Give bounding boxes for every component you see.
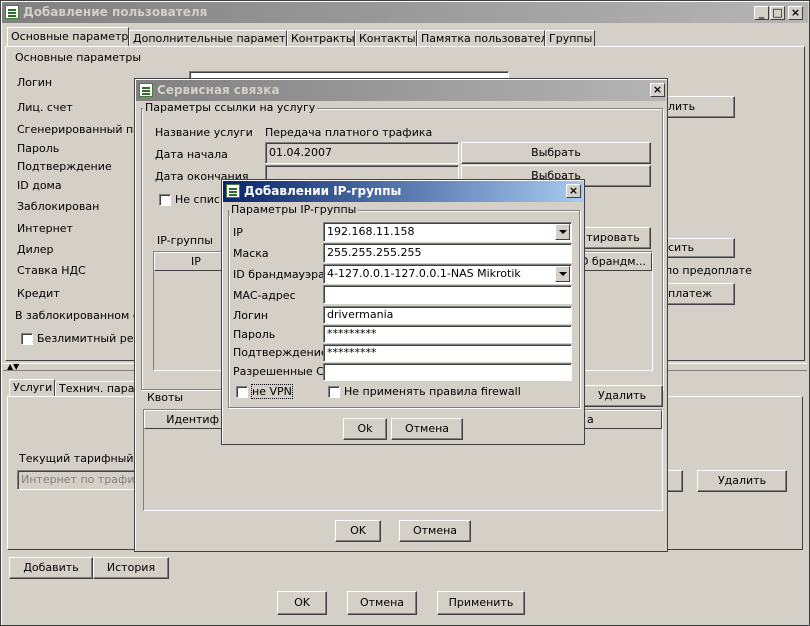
minimize-icon[interactable]: _ — [754, 6, 769, 20]
label-blocked-state: В заблокированном сос — [15, 309, 152, 322]
firewall-id-combo[interactable]: 4-127.0.0.1-127.0.0.1-NAS Mikrotik — [323, 264, 572, 284]
service-ok-button[interactable]: OK — [335, 520, 381, 542]
tab-basic[interactable]: Основные параметры — [7, 27, 137, 47]
allowed-cid-field[interactable] — [323, 363, 572, 381]
main-cancel-button[interactable]: Отмена — [347, 591, 417, 615]
ipgroup-group-title: Параметры IP-группы — [229, 203, 359, 216]
label-confirm: Подтверждение — [17, 160, 112, 173]
ipgroup-password-field[interactable]: ********* — [323, 325, 572, 343]
firewall-id-combo-value: 4-127.0.0.1-127.0.0.1-NAS Mikrotik — [327, 267, 521, 280]
allowed-cid-label: Разрешенные CID — [233, 365, 336, 378]
main-apply-button[interactable]: Применить — [437, 591, 525, 615]
add-button[interactable]: Добавить — [9, 557, 93, 579]
no-firewall-checkbox[interactable] — [328, 386, 340, 398]
ipgroup-login-label: Логин — [233, 309, 269, 322]
label-vat: Ставка НДС — [17, 264, 86, 277]
mac-field[interactable] — [323, 285, 572, 304]
edit-button[interactable]: тировать — [575, 227, 651, 249]
service-close-icon[interactable]: × — [650, 83, 665, 97]
mask-field[interactable]: 255.255.255.255 — [323, 243, 572, 263]
label-blocked: Заблокирован — [17, 200, 100, 213]
no-vpn-label: не VPN — [251, 384, 293, 399]
quotas-label: Квоты — [147, 391, 184, 404]
label-house-id: ID дома — [17, 179, 62, 192]
unlimited-checkbox[interactable] — [21, 333, 33, 345]
main-titlebar[interactable]: Добавление пользователя _ □ × — [2, 2, 808, 23]
tab-services[interactable]: Услуги — [9, 379, 55, 397]
mac-label: MAC-адрес — [233, 289, 296, 302]
not-list-checkbox[interactable] — [159, 194, 171, 206]
unlimited-label: Безлимитный реж — [37, 332, 144, 345]
service-cancel-button[interactable]: Отмена — [399, 520, 471, 542]
maximize-icon[interactable]: □ — [770, 6, 785, 20]
app-icon — [5, 5, 19, 19]
ipgroup-password-label: Пароль — [233, 328, 276, 341]
quota-right-column-header[interactable]: а — [584, 410, 662, 429]
ipgroup-confirm-label: Подтверждение — [233, 346, 328, 359]
start-choose-button[interactable]: Выбрать — [461, 142, 651, 164]
ip-label: IP — [233, 226, 243, 239]
firewall-column-header[interactable]: D брандм... — [574, 252, 652, 271]
start-date-field[interactable]: 01.04.2007 — [265, 142, 459, 164]
tab-memo[interactable]: Памятка пользователя — [417, 30, 554, 47]
right-button-1[interactable]: лить — [665, 96, 735, 118]
service-group-title: Параметры ссылки на услугу — [143, 101, 318, 114]
service-name-value: Передача платного трафика — [265, 126, 433, 139]
service-name-label: Название услуги — [155, 126, 253, 139]
ipgroup-titlebar[interactable]: Добавлении IP-группы × — [223, 181, 583, 202]
label-password: Пароль — [17, 142, 60, 155]
label-internet: Интернет — [17, 222, 73, 235]
ipgroup-ok-button[interactable]: Ok — [343, 418, 387, 440]
right-button-2[interactable]: сить — [665, 238, 735, 258]
start-date-label: Дата начала — [155, 148, 228, 161]
ip-groups-label: IP-группы — [157, 234, 213, 247]
right-button-3[interactable]: платеж — [665, 283, 735, 305]
label-credit: Кредит — [17, 287, 60, 300]
ip-combo-value: 192.168.11.158 — [327, 225, 415, 238]
prepay-label: по предоплате — [665, 264, 752, 277]
ipgroup-login-field[interactable]: drivermania — [323, 306, 572, 324]
main-title: Добавление пользователя — [23, 5, 208, 19]
service-app-icon — [139, 83, 153, 97]
tariff-delete-button[interactable]: Удалить — [697, 470, 787, 492]
quota-id-column-header[interactable]: Идентиф — [144, 410, 224, 429]
no-vpn-checkbox[interactable] — [236, 386, 248, 398]
firewall-id-label: ID брандмауэра — [233, 268, 325, 281]
ipgroup-app-icon — [226, 184, 240, 198]
ip-combo-arrow-icon[interactable] — [555, 224, 570, 240]
quota-delete-button[interactable]: Удалить — [581, 385, 663, 407]
tab-extra[interactable]: Дополнительные параметры — [129, 30, 301, 47]
ipgroup-cancel-button[interactable]: Отмена — [391, 418, 463, 440]
tab-groups[interactable]: Группы — [545, 30, 595, 47]
firewall-combo-arrow-icon[interactable] — [555, 266, 570, 282]
history-button[interactable]: История — [93, 557, 169, 579]
splitter-arrows-icon[interactable]: ▲▼ — [7, 363, 33, 371]
label-dealer: Дилер — [17, 243, 54, 256]
no-firewall-label: Не применять правила firewall — [344, 385, 521, 398]
ipgroup-dialog: Добавлении IP-группы × Параметры IP-груп… — [221, 179, 585, 445]
service-title: Сервисная связка — [157, 83, 280, 97]
tab-contracts[interactable]: Контракты — [287, 30, 355, 47]
basic-group-title: Основные параметры — [15, 51, 142, 64]
tab-tech-params[interactable]: Технич. парам — [55, 381, 143, 397]
service-titlebar[interactable]: Сервисная связка × — [136, 80, 666, 101]
close-icon[interactable]: × — [788, 6, 803, 20]
label-account: Лиц. счет — [17, 101, 73, 114]
ipgroup-confirm-field[interactable]: ********* — [323, 344, 572, 362]
mask-label: Маска — [233, 247, 269, 260]
ipgroup-title: Добавлении IP-группы — [244, 184, 402, 198]
tariff-field[interactable]: Интернет по трафику — [17, 470, 137, 490]
ipgroup-close-icon[interactable]: × — [566, 184, 581, 198]
tab-contacts[interactable]: Контакты — [355, 30, 417, 47]
ip-combo[interactable]: 192.168.11.158 — [323, 222, 572, 242]
tariff-label: Текущий тарифный пл — [19, 452, 152, 465]
label-login: Логин — [17, 76, 53, 89]
main-ok-button[interactable]: OK — [277, 591, 327, 615]
